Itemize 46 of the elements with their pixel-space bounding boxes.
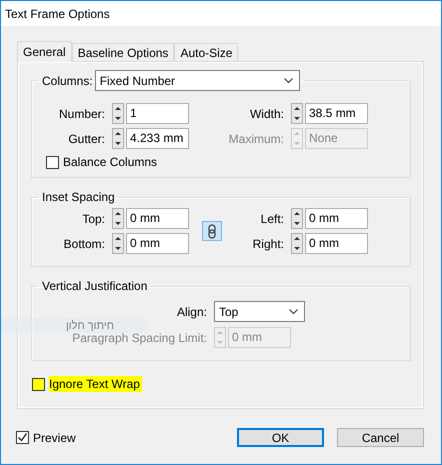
number-field[interactable]: 0 mm bbox=[126, 208, 189, 229]
number-field[interactable]: 0 mm bbox=[305, 208, 368, 229]
spinner-arrows[interactable] bbox=[291, 103, 303, 124]
spinner-arrows[interactable] bbox=[112, 208, 124, 229]
caret-icon bbox=[284, 78, 293, 84]
field-label: Width: bbox=[248, 106, 285, 120]
spinner-arrows[interactable] bbox=[291, 233, 303, 254]
checkbox[interactable] bbox=[16, 431, 29, 444]
field-label: Right: bbox=[252, 236, 285, 250]
checkbox-label: Preview bbox=[33, 430, 76, 444]
tab[interactable]: Auto-Size bbox=[174, 43, 238, 61]
checkbox-label: Ignore Text Wrap bbox=[49, 376, 142, 392]
overlay-label: חיתוך חלון bbox=[1, 318, 147, 333]
group-title: Inset Spacing bbox=[42, 190, 115, 204]
checkbox-label: Balance Columns bbox=[63, 155, 158, 169]
field-label: Left: bbox=[260, 212, 285, 226]
link-button[interactable] bbox=[202, 221, 222, 241]
field-label: Bottom: bbox=[62, 236, 106, 250]
caret-icon bbox=[289, 308, 298, 314]
spinner-arrows[interactable] bbox=[112, 128, 124, 149]
field-label: Top: bbox=[81, 212, 106, 226]
spinner-arrows[interactable] bbox=[291, 208, 303, 229]
align-dropdown[interactable]: Top bbox=[214, 301, 305, 322]
window-title: Text Frame Options bbox=[1, 1, 441, 26]
dialog-button[interactable]: Cancel bbox=[337, 428, 424, 447]
tab[interactable]: General bbox=[17, 41, 72, 62]
field-label: Align: bbox=[176, 304, 208, 318]
field-label: Columns: bbox=[42, 74, 93, 88]
field-label: Number: bbox=[58, 106, 106, 120]
chain-link-icon bbox=[208, 224, 216, 238]
group-title: Vertical Justification bbox=[42, 279, 148, 293]
number-field[interactable]: 0 mm bbox=[126, 233, 189, 254]
field-label: Gutter: bbox=[67, 132, 106, 146]
checkbox[interactable] bbox=[46, 156, 59, 168]
columns-dropdown[interactable]: Fixed Number bbox=[94, 70, 300, 91]
field-label: Maximum: bbox=[228, 132, 285, 146]
dialog-button[interactable]: OK bbox=[237, 428, 324, 447]
number-field[interactable]: 1 bbox=[126, 103, 189, 124]
number-field[interactable]: 38.5 mm bbox=[305, 103, 368, 124]
number-field[interactable]: 0 mm bbox=[305, 233, 368, 254]
tab[interactable]: Baseline Options bbox=[72, 43, 174, 61]
number-field[interactable]: 4.233 mm bbox=[126, 128, 189, 149]
spinner-arrows[interactable] bbox=[112, 103, 124, 124]
field-label: Paragraph Spacing Limit: bbox=[72, 330, 208, 344]
checkbox[interactable] bbox=[32, 378, 45, 390]
spinner-arrows[interactable] bbox=[112, 233, 124, 254]
